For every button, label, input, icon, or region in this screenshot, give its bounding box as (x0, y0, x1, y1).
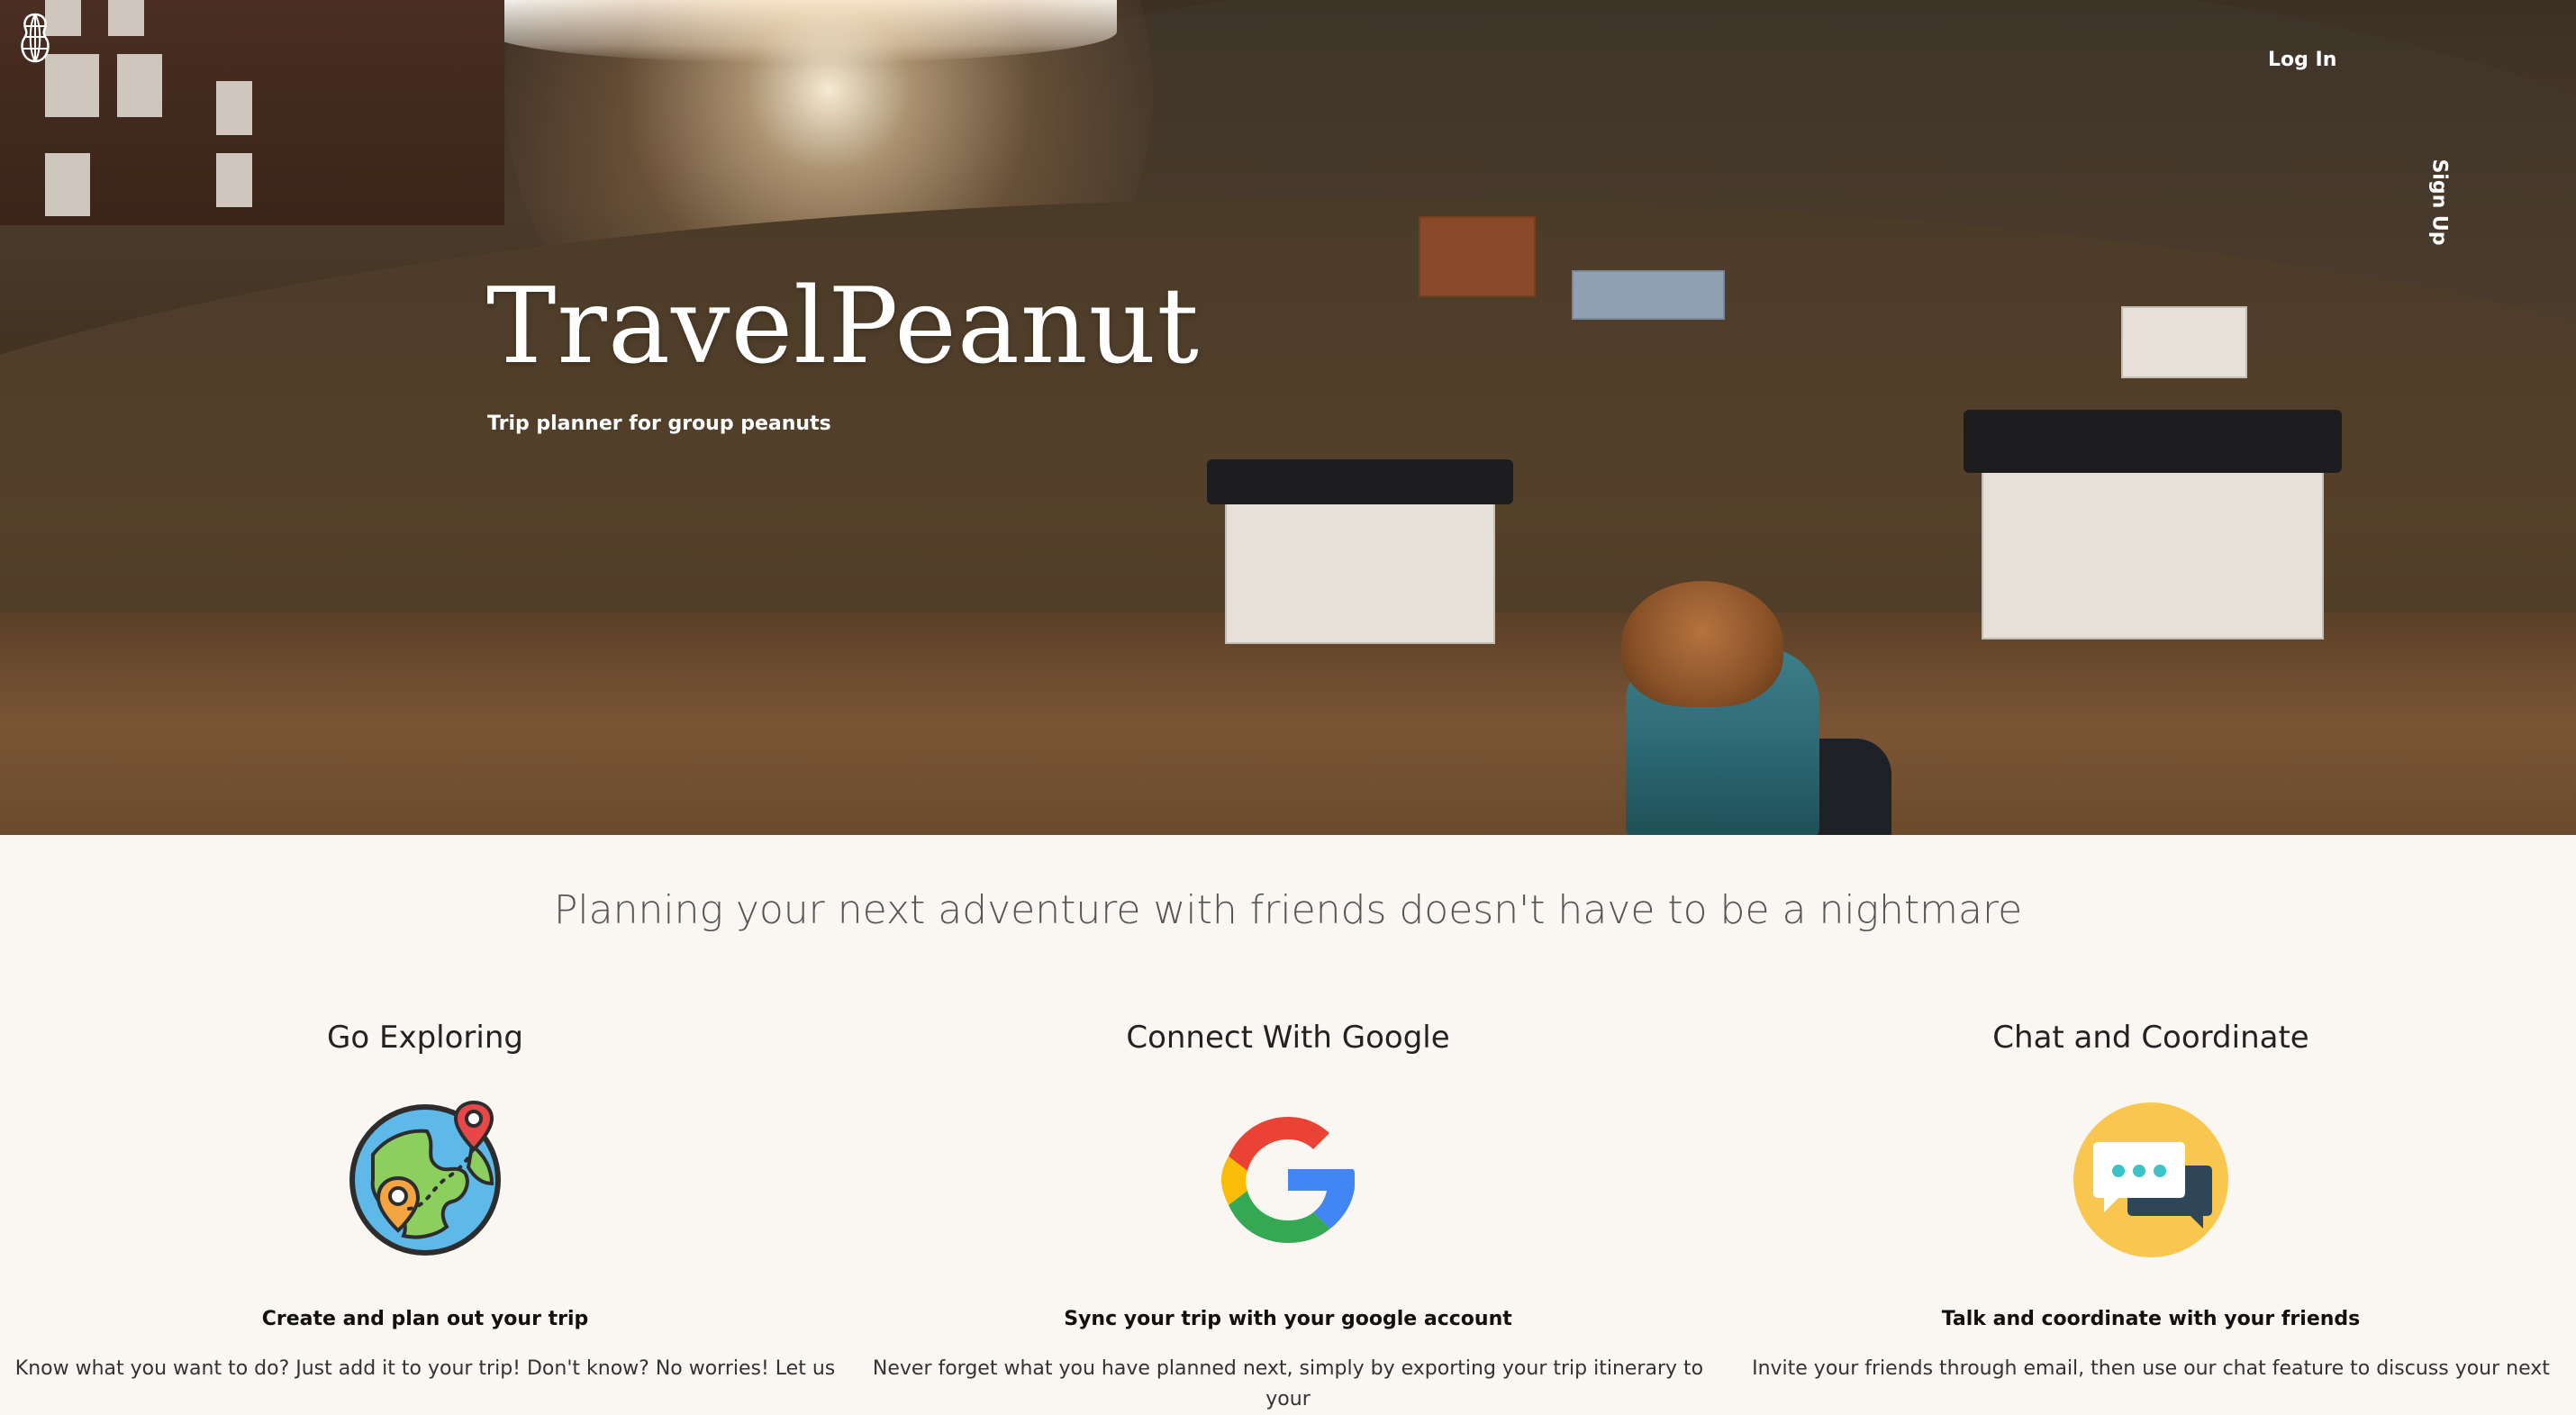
feature-title: Chat and Coordinate (1992, 1020, 2309, 1056)
feature-title: Go Exploring (327, 1020, 523, 1056)
feature-description: Invite your friends through email, then … (1752, 1357, 2550, 1380)
feature-subtitle: Talk and coordinate with your friends (1941, 1308, 2361, 1330)
hero-roof-center (1207, 459, 1513, 504)
chat-bubbles-icon (2073, 1102, 2228, 1257)
feature-subtitle: Create and plan out your trip (261, 1308, 589, 1330)
login-link[interactable]: Log In (2268, 49, 2336, 71)
hero-left-building (0, 0, 504, 225)
hero-banner (0, 0, 2576, 835)
feature-connect-google: Connect With Google Sync your trip with … (865, 1020, 1711, 1415)
feature-chat-coordinate: Chat and Coordinate Talk and coordinate … (1728, 1020, 2574, 1384)
hero-house-center (1225, 491, 1495, 644)
feature-title: Connect With Google (1126, 1020, 1450, 1056)
feature-subtitle: Sync your trip with your google account (1064, 1308, 1512, 1330)
feature-description: Never forget what you have planned next,… (872, 1357, 1704, 1410)
hero-house-right (1982, 468, 2324, 639)
hero-hiker-hair (1621, 581, 1783, 707)
hero-house-red (1419, 216, 1536, 297)
google-g-icon (1221, 1117, 1355, 1243)
globe-map-pins-icon (349, 1101, 501, 1256)
hero-field (0, 612, 2576, 835)
hero-tagline: Trip planner for group peanuts (487, 413, 831, 435)
hero-roof-right (1964, 410, 2342, 473)
brand-title: TravelPeanut (486, 266, 1200, 387)
hero-house-blue (1572, 270, 1725, 320)
feature-go-exploring: Go Exploring Create and plan out your tr… (2, 1020, 848, 1384)
feature-description: Know what you want to do? Just add it to… (14, 1357, 836, 1380)
section-headline: Planning your next adventure with friend… (553, 887, 2023, 933)
hero-house-hill (2121, 306, 2247, 378)
peanut-globe-icon[interactable] (20, 13, 50, 63)
signup-link[interactable]: Sign Up (2428, 159, 2451, 245)
